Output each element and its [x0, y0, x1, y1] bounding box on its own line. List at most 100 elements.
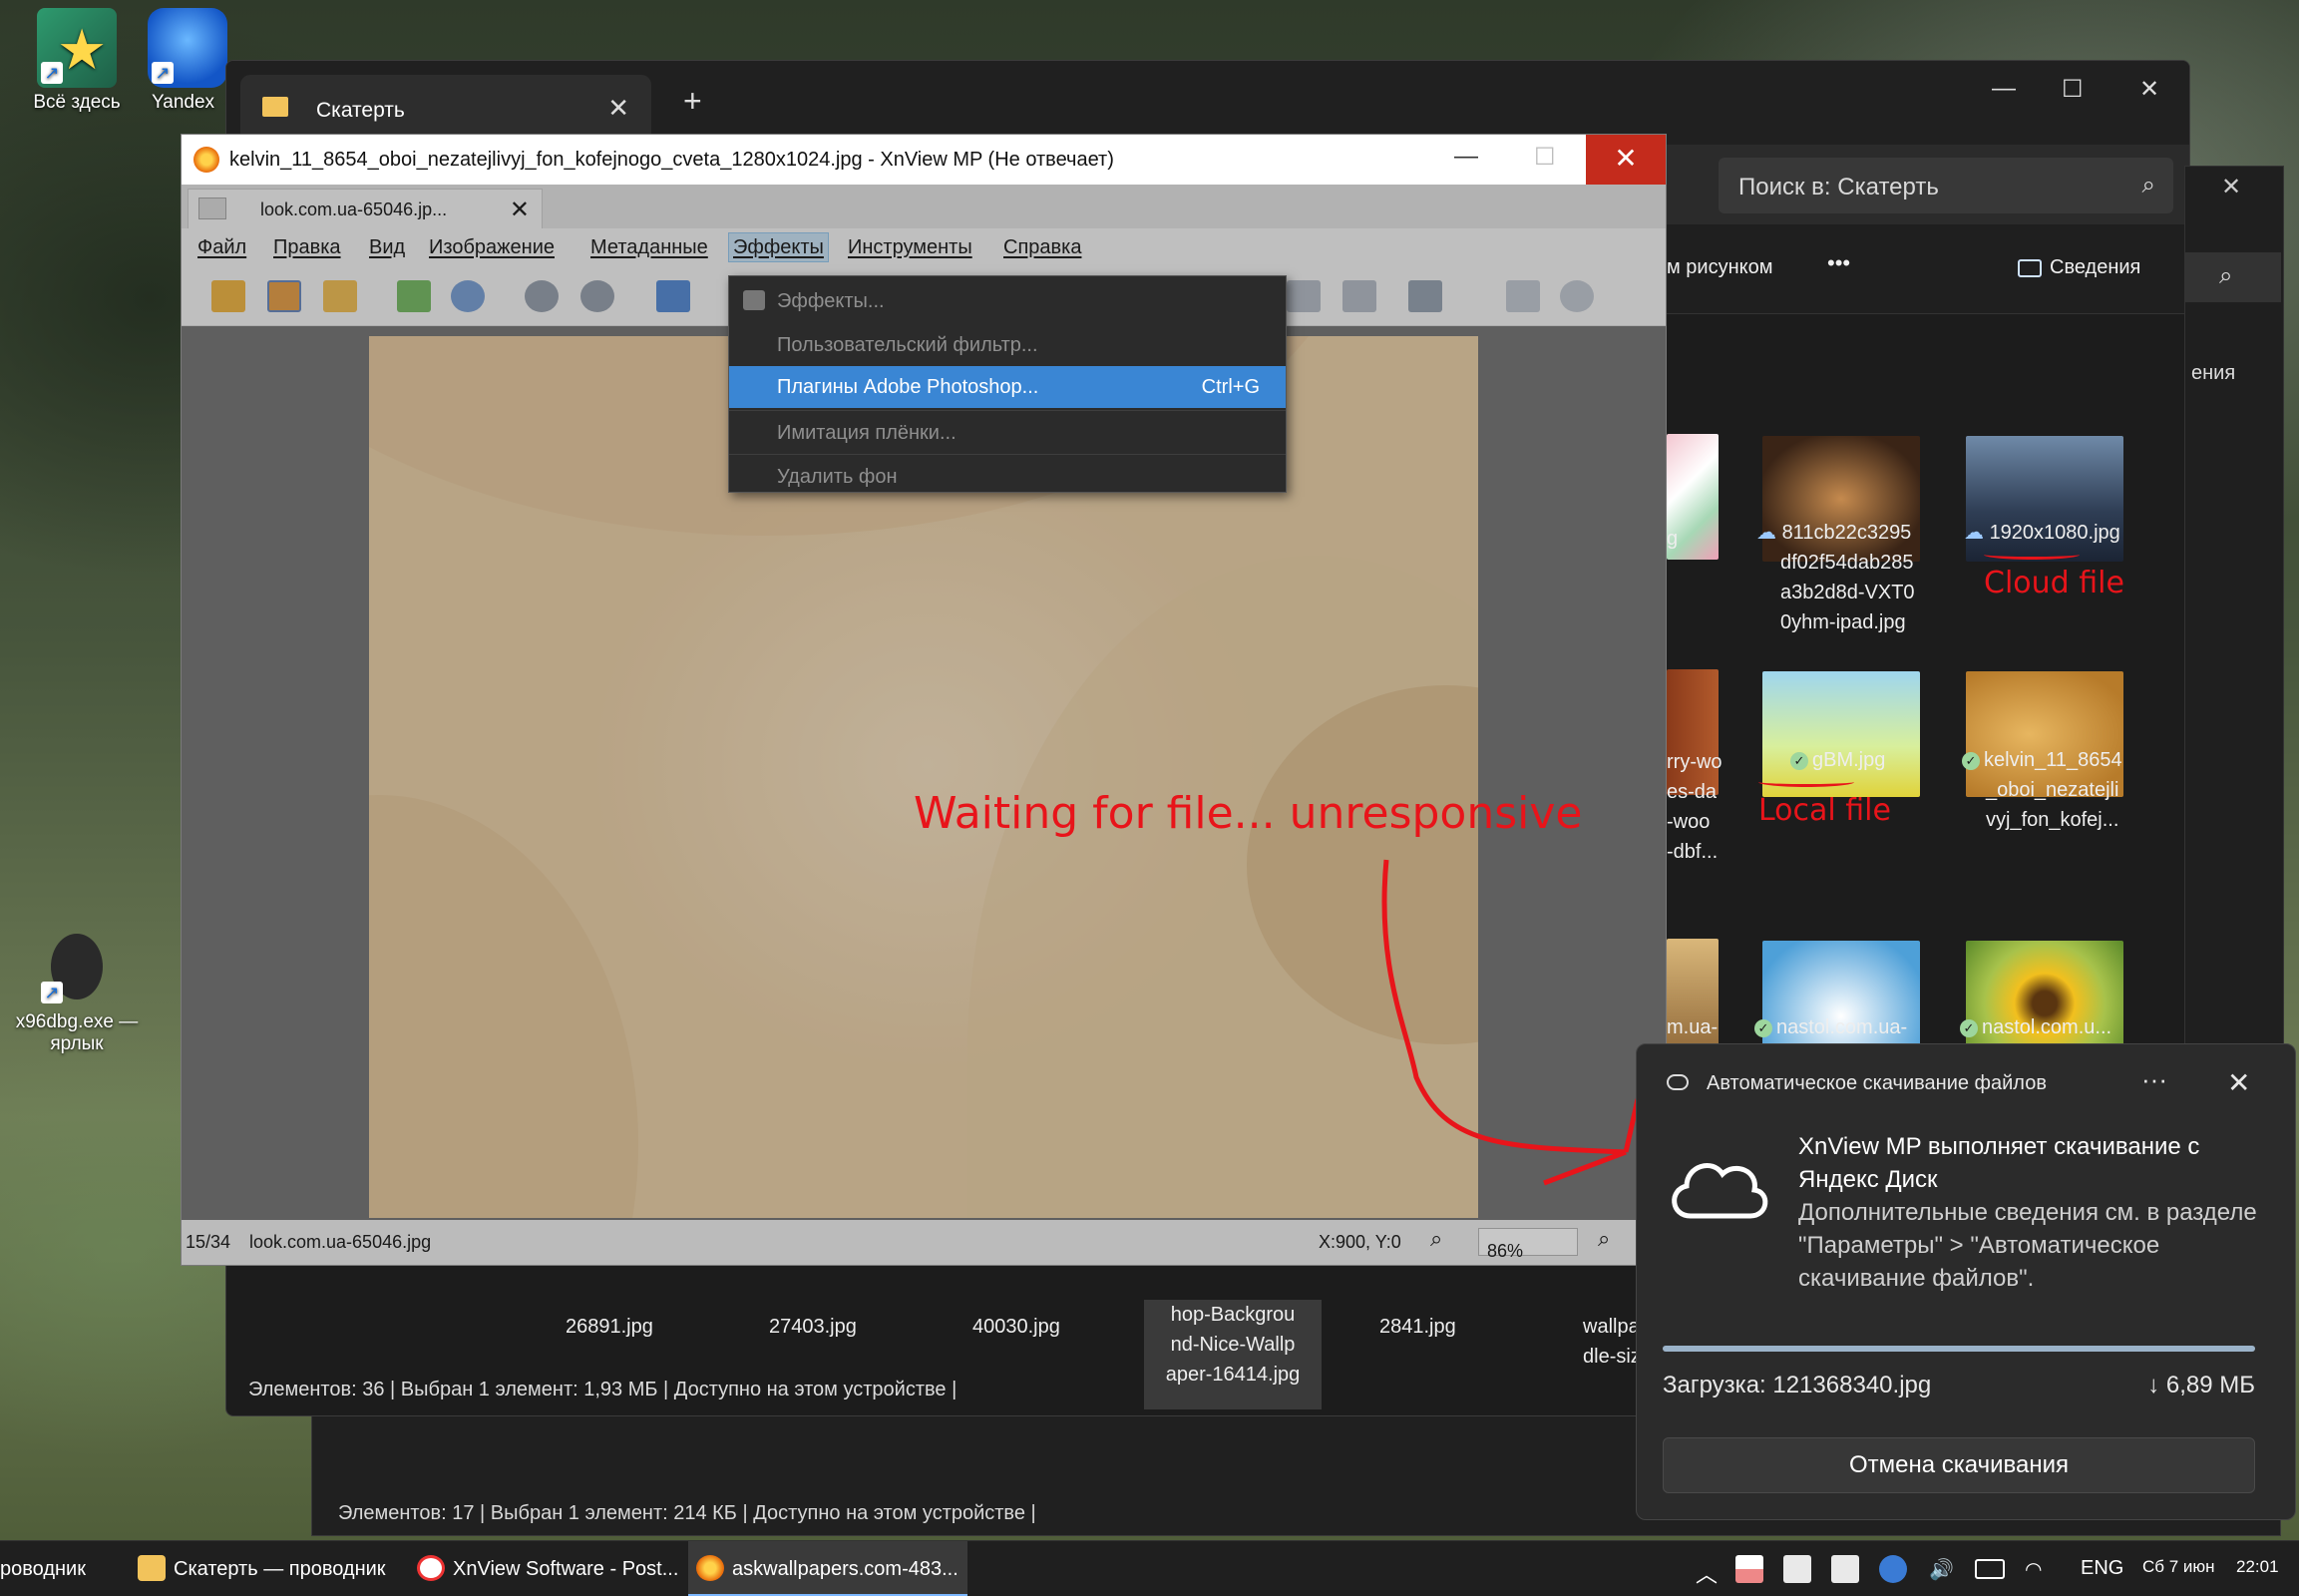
file-label-gbm[interactable]: ✓ gBM.jpg: [1790, 745, 1966, 775]
info-icon[interactable]: [451, 280, 485, 312]
file-name-line: nd-Nice-Wallp: [1170, 1334, 1296, 1356]
new-tab-button[interactable]: +: [683, 83, 702, 120]
zoom-field[interactable]: 86%: [1478, 1228, 1578, 1261]
taskbar-item-label: роводник: [0, 1558, 86, 1580]
zoom-in-icon[interactable]: ⌕: [1598, 1226, 1610, 1252]
battery-icon[interactable]: [1975, 1559, 2005, 1579]
menu-file[interactable]: Файл: [197, 236, 246, 259]
cloud-file-annotation: Cloud file: [1984, 550, 2124, 600]
effects-menu-dropdown: Эффекты... Пользовательский фильтр... Пл…: [728, 275, 1287, 493]
desktop-icon-x96dbg[interactable]: ↗ x96dbg.exe — ярлык: [12, 928, 142, 1055]
menu-item-label: Пользовательский фильтр...: [777, 334, 1038, 356]
time-display[interactable]: 22:01: [2236, 1557, 2279, 1577]
tray-app-icon[interactable]: [1735, 1555, 1763, 1583]
close-button[interactable]: ✕: [1586, 135, 1666, 185]
search-input[interactable]: Поиск в: Скатерть ⌕: [1719, 158, 2173, 213]
status-index: 15/34: [186, 1232, 231, 1252]
resize-icon[interactable]: [1342, 280, 1376, 312]
file-name: 2841.jpg: [1379, 1316, 1456, 1338]
file-label-811cb[interactable]: ☁ 811cb22c3295 df02f54dab285 a3b2d8d-VXT…: [1756, 518, 1932, 637]
menu-item-effects[interactable]: Эффекты...: [729, 280, 1286, 322]
maximize-button[interactable]: ☐: [1534, 143, 1556, 172]
previous-icon[interactable]: [656, 280, 690, 312]
fullscreen-icon[interactable]: [267, 280, 301, 312]
menu-item-remove-background[interactable]: Удалить фон: [729, 456, 1286, 498]
slideshow-icon[interactable]: [323, 280, 357, 312]
file-name-line: df02f54dab285: [1780, 552, 1914, 574]
minimize-button[interactable]: —: [1454, 143, 1478, 171]
explorer-status: Элементов: 36 | Выбран 1 элемент: 1,93 М…: [248, 1379, 958, 1400]
volume-icon[interactable]: 🔊: [1929, 1557, 1954, 1582]
save-icon[interactable]: [397, 280, 431, 312]
menu-edit[interactable]: Правка: [273, 236, 341, 259]
menu-item-label: Плагины Adobe Photoshop...: [777, 376, 1039, 398]
menu-item-photoshop-plugins[interactable]: Плагины Adobe Photoshop... Ctrl+G: [729, 366, 1286, 408]
zoom-out-icon[interactable]: ⌕: [1430, 1226, 1442, 1252]
taskbar-explorer-item[interactable]: роводник: [0, 1541, 86, 1596]
file-name-line: rry-wo: [1667, 751, 1723, 773]
undo-icon[interactable]: [525, 280, 559, 312]
file-label-rry-wo[interactable]: rry-wo es-da -woo -dbf...: [1667, 747, 1726, 867]
cmd-set-as-background[interactable]: м рисунком: [1667, 256, 1773, 279]
menu-help[interactable]: Справка: [1003, 236, 1081, 259]
file-name: 27403.jpg: [769, 1316, 857, 1338]
more-options-icon[interactable]: ···: [2141, 1064, 2167, 1095]
file-name-line: -woo: [1667, 811, 1711, 833]
tray-app-icon[interactable]: [1783, 1555, 1811, 1583]
taskbar-explorer-skatert[interactable]: Скатерть — проводник: [130, 1541, 386, 1596]
menu-tools[interactable]: Инструменты: [848, 236, 972, 259]
xnview-titlebar: kelvin_11_8654_oboi_nezatejlivyj_fon_kof…: [182, 135, 1666, 185]
browser-icon[interactable]: [211, 280, 245, 312]
file-name: 1920x1080.jpg: [1989, 522, 2120, 544]
close-panel-icon[interactable]: ✕: [2221, 173, 2241, 201]
file-label-nastol-2[interactable]: ✓ nastol.com.u...: [1960, 1012, 2135, 1042]
menu-view[interactable]: Вид: [369, 236, 405, 259]
explorer-back-status: Элементов: 17 | Выбран 1 элемент: 214 КБ…: [338, 1502, 1036, 1524]
menu-metadata[interactable]: Метаданные: [590, 236, 708, 259]
redo-icon[interactable]: [580, 280, 614, 312]
file-label-nastol-1[interactable]: ✓ nastol.com.ua-: [1754, 1012, 1930, 1042]
file-label-kelvin[interactable]: ✓ kelvin_11_8654 _oboi_nezatejli vyj_fon_…: [1962, 745, 2137, 835]
wifi-icon[interactable]: ◠: [2025, 1557, 2042, 1582]
show-hidden-icons-chevron-icon[interactable]: ︿: [1696, 1557, 1718, 1589]
minimize-button[interactable]: —: [1992, 75, 2016, 103]
cloud-sync-icon[interactable]: [1879, 1555, 1907, 1583]
cancel-download-button[interactable]: Отмена скачивания: [1663, 1437, 2255, 1493]
date-display[interactable]: Сб 7 июн: [2142, 1557, 2215, 1577]
close-button[interactable]: ✕: [2139, 75, 2159, 104]
xnview-tab[interactable]: look.com.ua-65046.jp... ✕: [188, 189, 543, 228]
cloud-download-icon: [1672, 1163, 1768, 1219]
more-options-button[interactable]: •••: [1827, 250, 1850, 276]
file-name: nastol.com.u...: [1982, 1016, 2112, 1038]
menu-item-custom-filter[interactable]: Пользовательский фильтр...: [729, 324, 1286, 366]
menu-separator: [729, 454, 1286, 455]
settings-icon[interactable]: [1560, 280, 1594, 312]
menu-item-film-simulation[interactable]: Имитация плёнки...: [729, 412, 1286, 454]
file-name-line: _oboi_nezatejli: [1986, 779, 2119, 801]
notification-body: Дополнительные сведения см. в разделе "П…: [1798, 1199, 2257, 1292]
language-indicator[interactable]: ENG: [2081, 1557, 2123, 1580]
menu-effects[interactable]: Эффекты: [728, 232, 829, 262]
desktop-icon-all-here[interactable]: ★ ↗ Всё здесь: [12, 8, 142, 114]
file-label-1920x1080[interactable]: ☁ 1920x1080.jpg: [1964, 518, 2139, 548]
taskbar-xnview[interactable]: askwallpapers.com-483...: [688, 1541, 967, 1596]
yandex-icon: ↗: [148, 8, 227, 88]
adjust-icon[interactable]: [1408, 280, 1442, 312]
star-icon: ★ ↗: [37, 8, 117, 88]
crop-icon[interactable]: [1287, 280, 1321, 312]
close-notification-icon[interactable]: ✕: [2227, 1066, 2250, 1099]
tray-app-icon[interactable]: [1831, 1555, 1859, 1583]
explorer-tab-label: Скатерть: [316, 99, 405, 122]
search-icon[interactable]: ⌕: [2185, 252, 2281, 302]
capture-icon[interactable]: [1506, 280, 1540, 312]
maximize-button[interactable]: ☐: [2062, 75, 2084, 104]
file-label-selected[interactable]: hop-Backgrou nd-Nice-Wallp aper-16414.jp…: [1144, 1300, 1322, 1409]
taskbar-yandex-browser[interactable]: XnView Software - Post...: [409, 1541, 678, 1596]
close-tab-icon[interactable]: ✕: [510, 196, 530, 224]
details-pane-button[interactable]: Сведения: [2018, 256, 2140, 279]
close-tab-icon[interactable]: ✕: [607, 93, 629, 124]
shortcut-arrow-icon: ↗: [152, 62, 174, 84]
menu-image[interactable]: Изображение: [429, 236, 555, 259]
red-arrow-annotation: [1381, 859, 1636, 1186]
local-file-annotation: Local file: [1758, 777, 1891, 828]
